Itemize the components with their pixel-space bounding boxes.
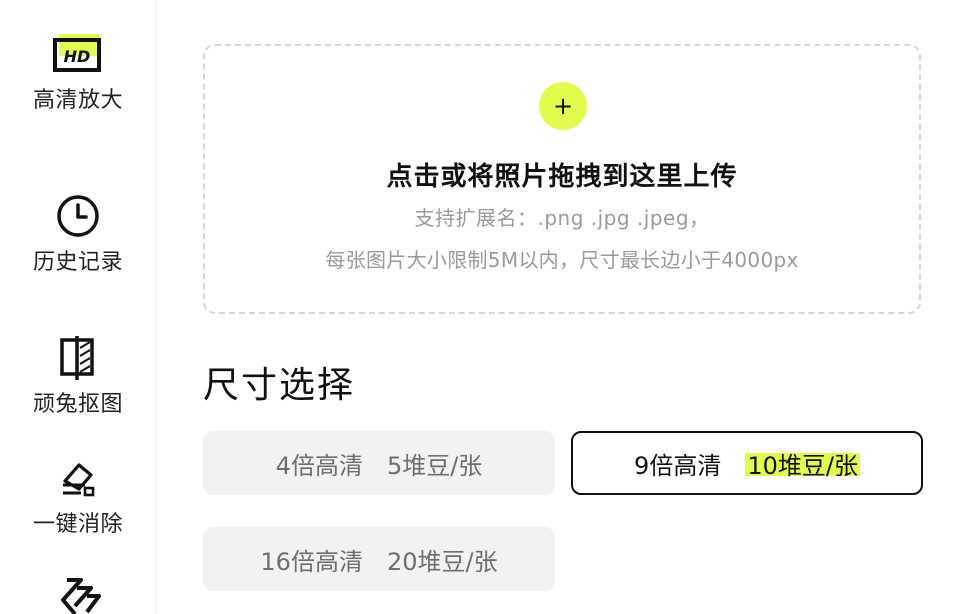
main-content: + 点击或将照片拖拽到这里上传 支持扩展名：.png .jpg .jpeg， 每… bbox=[157, 0, 956, 614]
clock-icon bbox=[52, 192, 104, 240]
sidebar-item-label: 一键消除 bbox=[32, 512, 123, 537]
sidebar-item-more[interactable] bbox=[0, 572, 156, 614]
sidebar-item-hd-upscale[interactable]: HD 高清放大 bbox=[0, 30, 156, 114]
sidebar-item-history[interactable]: 历史记录 bbox=[0, 192, 156, 276]
option-price: 5堆豆/张 bbox=[386, 451, 483, 480]
option-name: 16倍高清 bbox=[260, 547, 363, 576]
size-option-16x[interactable]: 16倍高清 20堆豆/张 bbox=[203, 527, 555, 591]
hd-icon: HD bbox=[52, 30, 104, 78]
sidebar-item-label: 高清放大 bbox=[32, 88, 123, 113]
layers-icon bbox=[52, 572, 104, 614]
upload-limit-hint: 每张图片大小限制5M以内，尺寸最长边小于4000px bbox=[325, 248, 799, 272]
upload-title: 点击或将照片拖拽到这里上传 bbox=[386, 162, 738, 192]
size-select-title: 尺寸选择 bbox=[203, 365, 356, 406]
sidebar-item-label: 顽兔抠图 bbox=[32, 392, 123, 417]
eraser-icon bbox=[52, 454, 104, 502]
sidebar-item-cutout[interactable]: 顽兔抠图 bbox=[0, 334, 156, 418]
app-window: HD 高清放大 历史记录 顽兔抠图 一键消除 + 点击或将照片拖拽到这里上传 支… bbox=[0, 0, 956, 614]
cutout-icon bbox=[52, 334, 104, 382]
add-photo-button[interactable]: + bbox=[539, 82, 587, 130]
plus-icon: + bbox=[552, 92, 574, 120]
upload-format-hint: 支持扩展名：.png .jpg .jpeg， bbox=[414, 206, 710, 230]
option-name: 9倍高清 bbox=[634, 451, 722, 480]
size-option-9x[interactable]: 9倍高清 10堆豆/张 bbox=[571, 431, 923, 495]
upload-dropzone[interactable]: + 点击或将照片拖拽到这里上传 支持扩展名：.png .jpg .jpeg， 每… bbox=[203, 44, 921, 314]
sidebar: HD 高清放大 历史记录 顽兔抠图 一键消除 bbox=[0, 0, 157, 614]
option-price: 20堆豆/张 bbox=[386, 547, 498, 576]
size-option-4x[interactable]: 4倍高清 5堆豆/张 bbox=[203, 431, 555, 495]
option-price: 10堆豆/张 bbox=[745, 445, 860, 481]
svg-text:HD: HD bbox=[64, 47, 91, 66]
sidebar-item-erase[interactable]: 一键消除 bbox=[0, 454, 156, 538]
option-name: 4倍高清 bbox=[275, 451, 363, 480]
sidebar-item-label: 历史记录 bbox=[32, 250, 123, 275]
